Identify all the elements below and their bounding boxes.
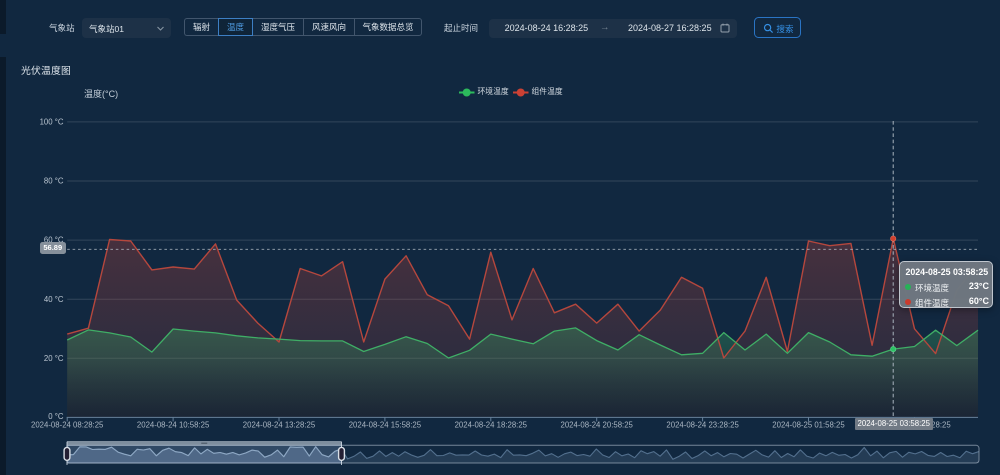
svg-text:2024-08-24 15:58:25: 2024-08-24 15:58:25: [349, 421, 422, 430]
svg-text:2024-08-24 20:58:25: 2024-08-24 20:58:25: [560, 421, 633, 430]
svg-text:80 °C: 80 °C: [44, 177, 64, 186]
svg-text:20 °C: 20 °C: [44, 354, 64, 363]
svg-text:2024-08-25 01:58:25: 2024-08-25 01:58:25: [772, 421, 845, 430]
svg-text:2024-08-24 23:28:25: 2024-08-24 23:28:25: [666, 421, 739, 430]
svg-text:2024-08-24 18:28:25: 2024-08-24 18:28:25: [455, 421, 528, 430]
svg-text:2024-08-24 08:28:25: 2024-08-24 08:28:25: [31, 421, 104, 430]
svg-text:2024-08-24 10:58:25: 2024-08-24 10:58:25: [137, 421, 210, 430]
svg-text:100 °C: 100 °C: [40, 118, 64, 127]
svg-text:40 °C: 40 °C: [44, 295, 64, 304]
svg-text:2024-08-24 13:28:25: 2024-08-24 13:28:25: [243, 421, 316, 430]
